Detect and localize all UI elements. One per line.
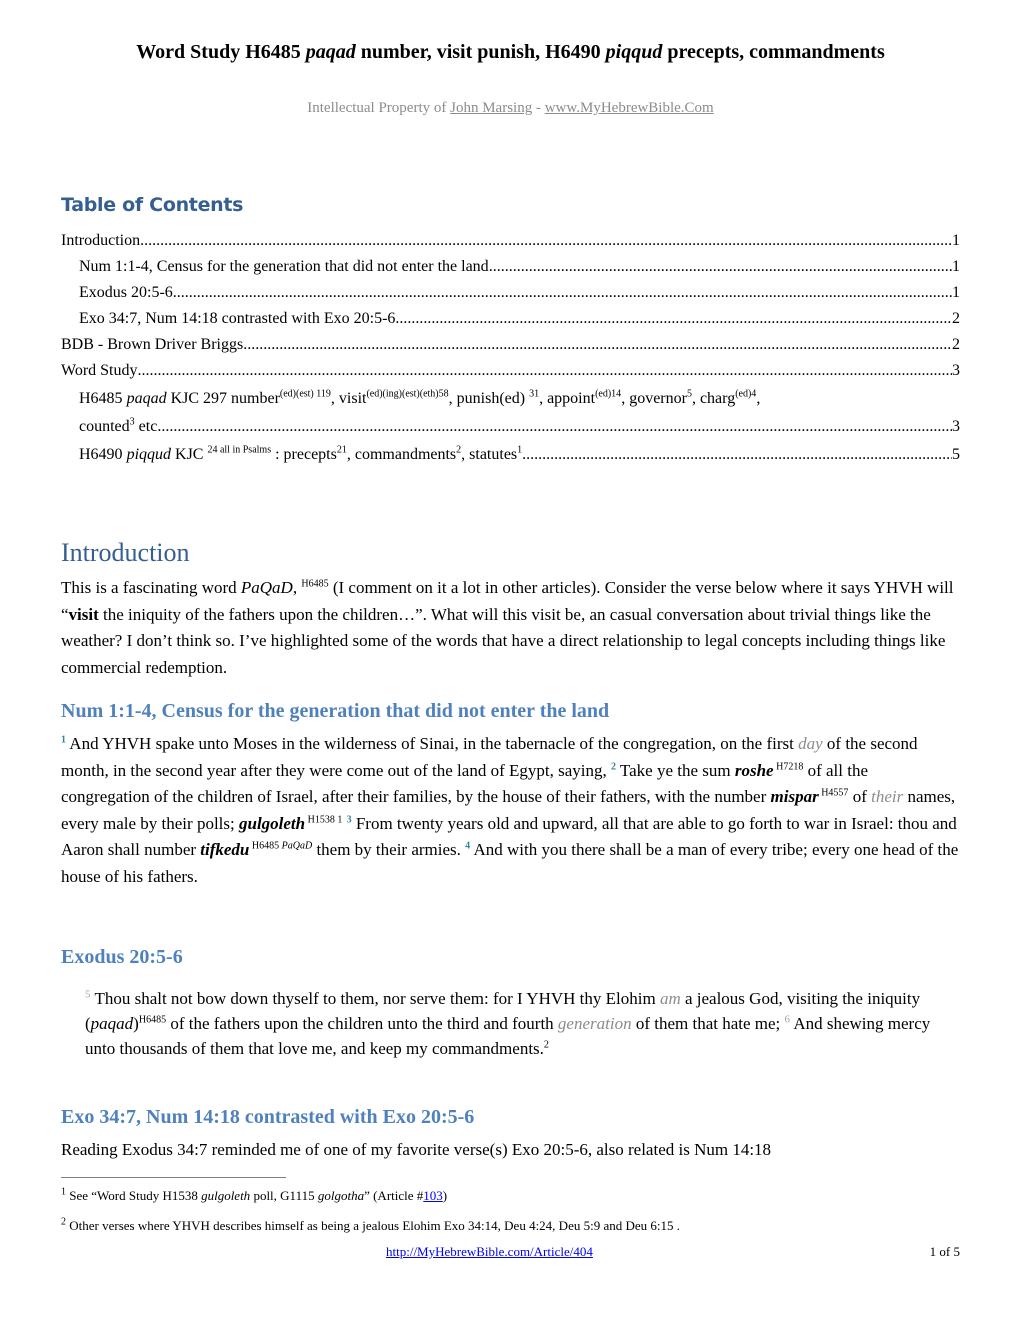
toc-entry[interactable]: Word Study 3 <box>61 358 960 384</box>
toc-entry[interactable]: BDB - Brown Driver Briggs 2 <box>61 332 960 358</box>
article-103-link[interactable]: 103 <box>423 1188 443 1203</box>
title-term-paqad: paqad <box>305 41 356 63</box>
title-term-piqqud: piqqud <box>605 41 663 63</box>
toc-entry-label: Exo 34:7, Num 14:18 contrasted with Exo … <box>79 310 396 327</box>
exodus-passage: 5 Thou shalt not bow down thyself to the… <box>85 988 931 1058</box>
title-text: Word Study H6485 <box>136 41 306 63</box>
toc-leader <box>138 358 953 384</box>
num-passage: 1 And YHVH spake unto Moses in the wilde… <box>61 734 959 886</box>
toc-leader <box>173 280 952 306</box>
toc-leader <box>243 332 952 358</box>
toc-page-number: 1 <box>952 284 960 301</box>
toc-entry-label: H6490 piqqud KJC 24 all in Psalms : prec… <box>79 444 523 463</box>
author-link[interactable]: John Marsing <box>450 100 532 116</box>
title-text: number, visit punish, H6490 <box>355 41 606 63</box>
toc-page-number: 1 <box>952 258 960 275</box>
toc-entry-piqqud[interactable]: H6490 piqqud KJC 24 all in Psalms : prec… <box>61 440 960 470</box>
toc-heading: Table of Contents <box>61 194 244 216</box>
toc-page-number: 2 <box>952 336 960 353</box>
toc-entry[interactable]: Exodus 20:5-6 1 <box>61 280 960 306</box>
toc-entry-label: Num 1:1-4, Census for the generation tha… <box>79 258 489 275</box>
toc-entry[interactable]: Introduction 1 <box>61 228 960 254</box>
toc-entry-label: Word Study <box>61 362 138 379</box>
toc-entry-paqad-continued[interactable]: counted3 etc 3 <box>61 414 960 440</box>
title-text: precepts, commandments <box>662 41 885 63</box>
exo34-paragraph: Reading Exodus 34:7 reminded me of one o… <box>61 1140 772 1159</box>
subtitle-prefix: Intellectual Property of <box>307 100 451 116</box>
toc-entry-paqad[interactable]: H6485 paqad KJC 297 number(ed)(est) 119,… <box>61 384 960 414</box>
page-number: 1 of 5 <box>929 1244 960 1259</box>
site-link[interactable]: www.MyHebrewBible.Com <box>545 100 714 116</box>
toc-leader <box>522 440 952 470</box>
toc-entry-label: counted3 etc <box>79 416 158 435</box>
toc-entry-label: Exodus 20:5-6 <box>79 284 173 301</box>
toc-leader <box>395 306 952 332</box>
toc-entry-label: H6485 paqad KJC 297 number(ed)(est) 119,… <box>79 388 761 407</box>
toc-page-number: 2 <box>952 310 960 327</box>
toc-entry[interactable]: Exo 34:7, Num 14:18 contrasted with Exo … <box>61 306 960 332</box>
footer-article-link[interactable]: http://MyHebrewBible.com/Article/404 <box>386 1244 593 1260</box>
footnote-ref[interactable]: 2 <box>544 1039 549 1050</box>
footnote-2: 2 Other verses where YHVH describes hims… <box>61 1216 680 1233</box>
document-title: Word Study H6485 paqad number, visit pun… <box>61 41 960 64</box>
toc-entry-label: BDB - Brown Driver Briggs <box>61 336 244 353</box>
intro-paragraph: This is a fascinating word PaQaD, H6485 … <box>61 578 954 677</box>
footnote-separator <box>61 1177 286 1178</box>
toc-page-number: 3 <box>952 418 960 435</box>
toc-entry-label: Introduction <box>61 232 141 249</box>
section-heading-exodus: Exodus 20:5-6 <box>61 946 183 968</box>
subtitle: Intellectual Property of John Marsing - … <box>61 100 960 117</box>
section-heading-introduction: Introduction <box>61 538 190 567</box>
toc-page-number: 3 <box>952 362 960 379</box>
section-heading-num: Num 1:1-4, Census for the generation tha… <box>61 700 610 722</box>
subtitle-separator: - <box>532 100 545 116</box>
footnote-1: 1 See “Word Study H1538 gulgoleth poll, … <box>61 1186 448 1203</box>
toc-page-number: 5 <box>952 446 960 463</box>
toc-leader <box>140 228 952 254</box>
section-heading-exo34: Exo 34:7, Num 14:18 contrasted with Exo … <box>61 1106 475 1128</box>
toc-entry[interactable]: Num 1:1-4, Census for the generation tha… <box>61 254 960 280</box>
table-of-contents: Introduction 1 Num 1:1-4, Census for the … <box>61 228 960 470</box>
toc-leader <box>489 254 952 280</box>
toc-page-number: 1 <box>952 232 960 249</box>
toc-leader <box>157 414 952 440</box>
